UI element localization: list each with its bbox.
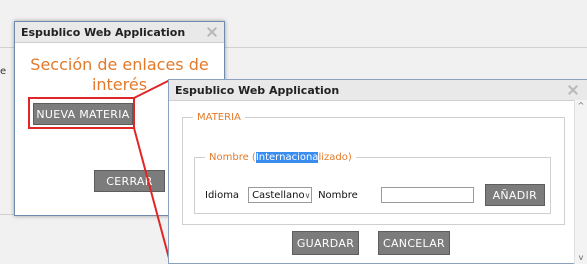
annotation-line-1: Sección de enlaces de	[30, 55, 209, 74]
nombre-form-row: Idioma Castellano ∨ Nombre AÑADIR	[205, 184, 545, 206]
vertical-scrollbar[interactable]: ^ v	[574, 100, 587, 264]
anadir-button[interactable]: AÑADIR	[484, 184, 545, 206]
nombre-label: Nombre	[318, 189, 358, 201]
guardar-button[interactable]: GUARDAR	[292, 231, 359, 255]
nombre-legend-suffix: lizado)	[318, 152, 352, 163]
nombre-legend-prefix: Nombre (	[209, 152, 256, 163]
nombre-input[interactable]	[380, 187, 474, 203]
cancelar-button[interactable]: CANCELAR	[378, 231, 450, 255]
scroll-up-icon[interactable]: ^	[577, 102, 585, 110]
close-icon[interactable]	[206, 26, 218, 38]
idioma-label: Idioma	[205, 189, 240, 201]
window-titlebar[interactable]: Espublico Web Application	[15, 22, 224, 43]
chevron-down-icon: ∨	[304, 190, 311, 200]
window-title: Espublico Web Application	[175, 83, 340, 97]
window-titlebar[interactable]: Espublico Web Application	[169, 80, 587, 101]
scroll-down-icon[interactable]: v	[577, 254, 585, 262]
idioma-select[interactable]: Castellano ∨	[248, 187, 313, 203]
nombre-legend-selected: Internaciona	[255, 152, 319, 163]
window-title: Espublico Web Application	[21, 25, 186, 39]
materia-fieldset: MATERIA Nombre (Internacionalizado) Idio…	[182, 112, 565, 225]
idioma-select-value: Castellano	[252, 189, 305, 201]
materia-legend: MATERIA	[197, 112, 241, 123]
highlight-box	[28, 97, 135, 129]
cerrar-button[interactable]: CERRAR	[94, 170, 165, 192]
nombre-legend: Nombre (Internacionalizado)	[205, 152, 356, 163]
background-edge-text: e	[0, 66, 7, 77]
close-icon[interactable]	[567, 84, 579, 96]
nombre-fieldset: Nombre (Internacionalizado) Idioma Caste…	[194, 152, 551, 214]
dialog-window-2: Espublico Web Application ^ v MATERIA No…	[168, 79, 587, 264]
